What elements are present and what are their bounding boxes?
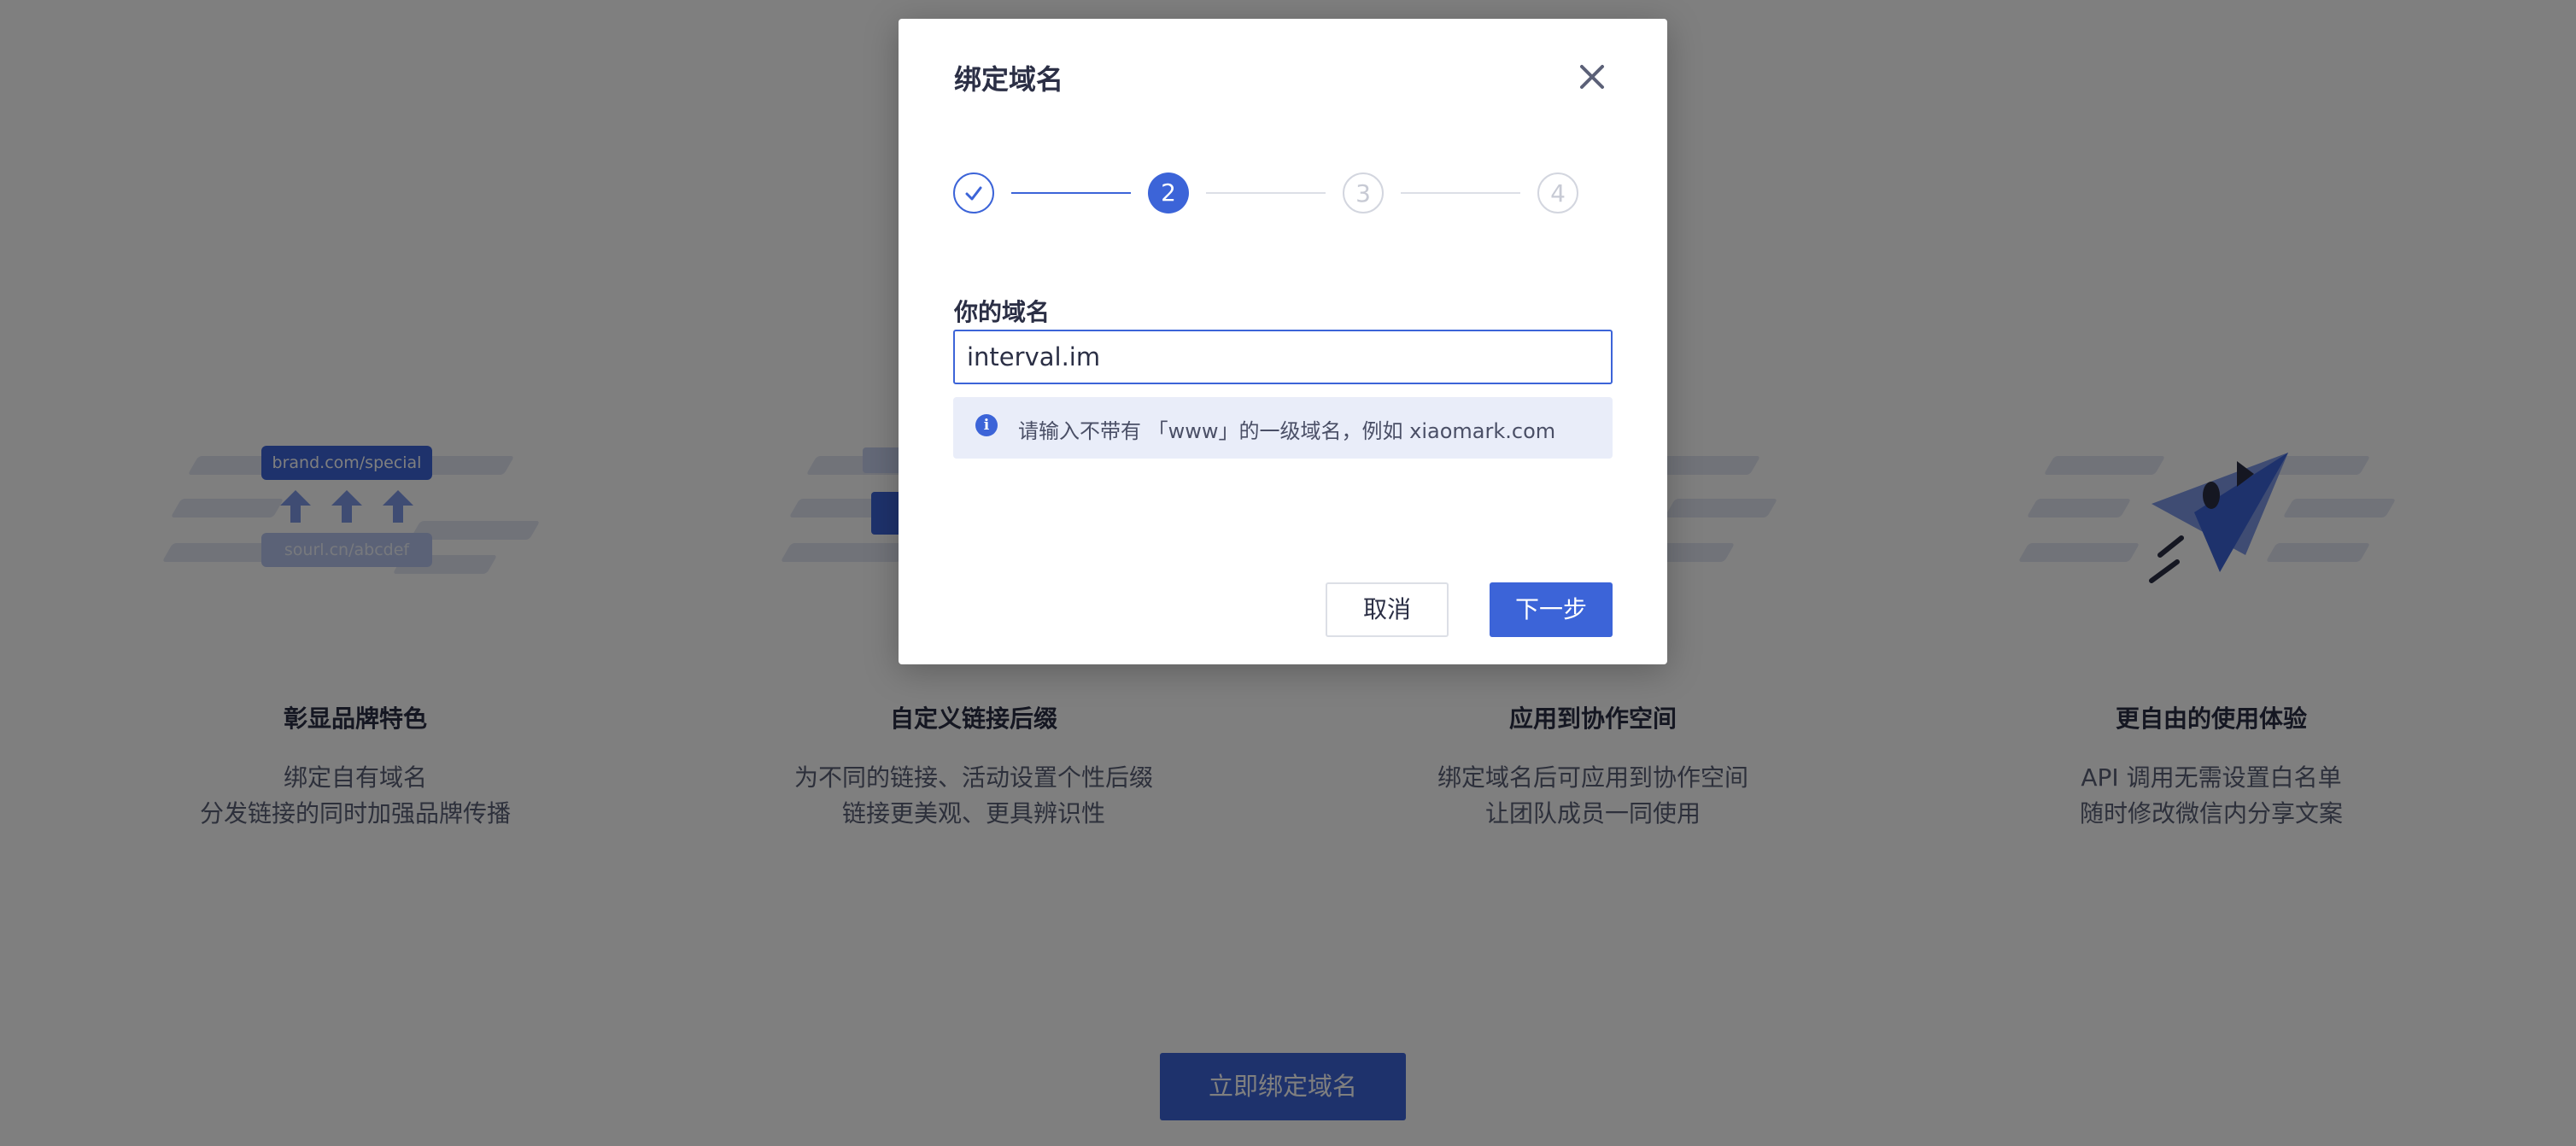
next-step-button[interactable]: 下一步	[1490, 582, 1613, 637]
page: brand.com/special sourl.cn/abcdef 彰显品牌特色…	[0, 0, 2576, 1146]
step-4: 4	[1537, 172, 1578, 213]
modal-title: 绑定域名	[954, 63, 1064, 96]
domain-field-label: 你的域名	[954, 298, 1051, 326]
stepper: 2 3 4	[953, 172, 1636, 220]
step-3: 3	[1343, 172, 1384, 213]
step-connector	[1206, 192, 1326, 194]
domain-input[interactable]	[953, 330, 1613, 384]
step-2: 2	[1148, 172, 1189, 213]
domain-hint: i 请输入不带有 「www」的一级域名，例如 xiaomark.com	[953, 397, 1613, 459]
close-button[interactable]	[1573, 58, 1611, 96]
info-icon: i	[975, 414, 998, 436]
hint-text: 请输入不带有 「www」的一级域名，例如 xiaomark.com	[1018, 419, 1556, 443]
cancel-button[interactable]: 取消	[1326, 582, 1449, 637]
close-icon	[1580, 65, 1604, 89]
bind-domain-modal: 绑定域名 2 3 4 你的域名 i 请输入不带有 「www」的一级	[899, 19, 1667, 664]
step-1	[953, 172, 994, 213]
step-connector	[1011, 192, 1131, 194]
step-connector	[1401, 192, 1520, 194]
check-icon	[965, 186, 982, 201]
